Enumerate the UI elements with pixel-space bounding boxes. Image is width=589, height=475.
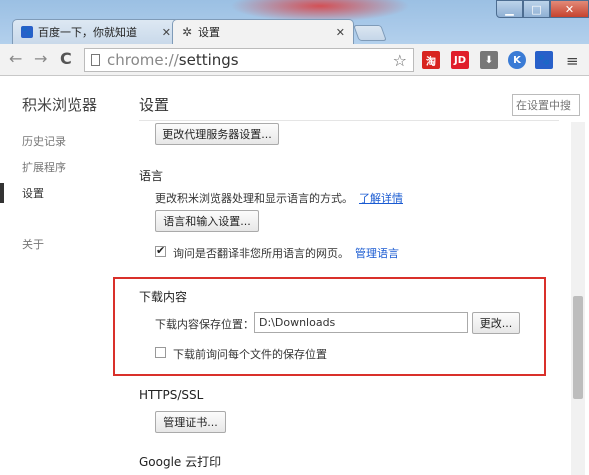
language-section-title: 语言 <box>139 169 164 183</box>
page-title: 设置 <box>139 96 170 114</box>
bookmark-star-icon[interactable]: ☆ <box>393 51 407 70</box>
baidu-paw-extension-icon[interactable]: 🐾 <box>535 51 553 69</box>
paw-icon: 🐾 <box>21 26 33 38</box>
scrollbar-thumb[interactable] <box>573 296 583 399</box>
language-input-settings-button[interactable]: 语言和输入设置... <box>155 210 259 232</box>
minimize-button[interactable]: ▁ <box>496 0 523 18</box>
reload-icon[interactable]: C <box>60 51 72 67</box>
browser-toolbar: ← → C chrome://settings ☆ 淘 JD ⬇ K 🐾 ≡ <box>0 44 589 76</box>
sidebar-item-extensions[interactable]: 扩展程序 <box>22 159 66 175</box>
forward-arrow-icon[interactable]: → <box>34 51 47 67</box>
proxy-settings-button[interactable]: 更改代理服务器设置... <box>155 123 279 145</box>
sidebar-item-history[interactable]: 历史记录 <box>22 133 66 149</box>
jd-extension-icon[interactable]: JD <box>451 51 469 69</box>
https-section-title: HTTPS/SSL <box>139 388 204 402</box>
settings-page: 积米浏览器 历史记录 扩展程序 设置 关于 设置 更改代理服务器设置... 语言… <box>0 76 589 475</box>
translate-checkbox[interactable] <box>155 244 166 257</box>
k-extension-icon[interactable]: K <box>508 51 526 69</box>
active-nav-marker <box>0 183 4 203</box>
learn-more-link[interactable]: 了解详情 <box>359 192 403 205</box>
tab-close-icon[interactable]: ✕ <box>162 26 171 39</box>
new-tab-button[interactable] <box>353 25 387 41</box>
title-bar: 🐾 百度一下，你就知道 ✕ ✲ 设置 ✕ ▁ □ ✕ <box>0 0 589 44</box>
back-arrow-icon[interactable]: ← <box>9 51 22 67</box>
settings-search-input[interactable] <box>512 94 580 116</box>
url-scheme: chrome:// <box>107 51 179 69</box>
tab-title: 百度一下，你就知道 <box>38 26 137 39</box>
sidebar-item-settings[interactable]: 设置 <box>22 185 44 201</box>
translate-checkbox-label: 询问是否翻译非您所用语言的网页。 <box>173 247 349 260</box>
language-description-text: 更改积米浏览器处理和显示语言的方式。 <box>155 192 353 205</box>
address-bar[interactable]: chrome://settings ☆ <box>84 48 414 72</box>
taobao-extension-icon[interactable]: 淘 <box>422 51 440 69</box>
tab-title: 设置 <box>198 26 220 39</box>
url-text: chrome://settings <box>107 51 239 69</box>
maximize-button[interactable]: □ <box>523 0 550 18</box>
download-extension-icon[interactable]: ⬇ <box>480 51 498 69</box>
downloads-highlight-box <box>113 277 546 376</box>
url-path: settings <box>178 51 239 69</box>
header-divider <box>139 120 559 121</box>
manage-languages-link[interactable]: 管理语言 <box>355 247 399 260</box>
page-icon <box>91 54 100 66</box>
tab-baidu[interactable]: 🐾 百度一下，你就知道 ✕ <box>12 19 180 44</box>
menu-icon[interactable]: ≡ <box>566 52 579 70</box>
sidebar-item-about[interactable]: 关于 <box>22 236 44 252</box>
browser-brand: 积米浏览器 <box>22 96 98 114</box>
gear-icon: ✲ <box>181 25 193 39</box>
tab-settings[interactable]: ✲ 设置 ✕ <box>172 19 354 44</box>
translate-option: 询问是否翻译非您所用语言的网页。 管理语言 <box>173 245 399 261</box>
browser-window: 🐾 百度一下，你就知道 ✕ ✲ 设置 ✕ ▁ □ ✕ ← → C chrome:… <box>0 0 589 475</box>
vertical-scrollbar[interactable] <box>571 122 585 475</box>
language-description: 更改积米浏览器处理和显示语言的方式。 了解详情 <box>155 190 403 206</box>
tab-close-icon[interactable]: ✕ <box>336 26 345 39</box>
cloud-print-section-title: Google 云打印 <box>139 455 222 469</box>
close-window-button[interactable]: ✕ <box>550 0 589 18</box>
manage-certificates-button[interactable]: 管理证书... <box>155 411 226 433</box>
